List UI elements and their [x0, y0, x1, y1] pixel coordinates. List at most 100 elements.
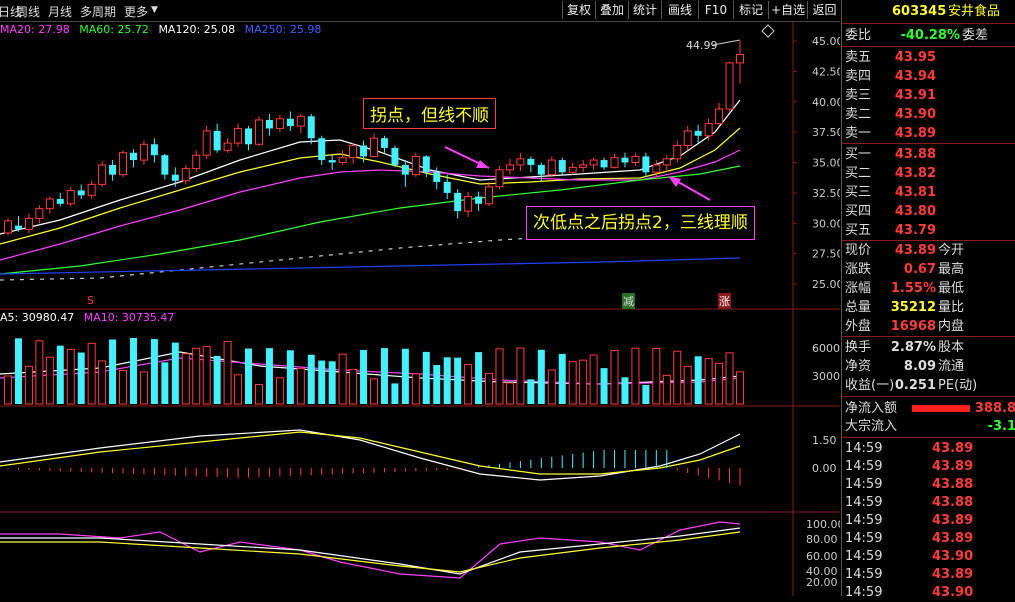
stat-label: 涨跌	[845, 262, 872, 277]
tick-time: 14:59	[845, 549, 883, 564]
stat-label: 涨幅	[845, 281, 872, 296]
candle-body	[202, 130, 211, 156]
price-axis-tick: 35.00	[812, 157, 840, 170]
bigflow-row: 大宗流入 -3.1	[842, 418, 1015, 436]
stat2-label: 收益(一)	[845, 378, 895, 393]
bid-label: 买四	[845, 204, 872, 219]
macd-dif-line	[0, 429, 741, 481]
stat2-label: 净资	[845, 359, 872, 374]
volume-bar	[223, 340, 232, 405]
overlay-button[interactable]: 叠加	[595, 1, 628, 19]
candle-body	[24, 217, 33, 230]
mark-button[interactable]: 标记	[733, 1, 768, 19]
macd-axis-tick: 0.00	[812, 462, 837, 475]
tick-price: 43.90	[932, 585, 974, 600]
volume-bar	[422, 351, 430, 404]
add-watchlist-button[interactable]: +自选	[768, 1, 807, 19]
volume-bar	[547, 369, 556, 405]
kline-chart-area[interactable]: 45.00 42.50 40.00 37.50 35.00 32.50 30.00 27.50…	[0, 22, 840, 596]
fuquan-button[interactable]: 复权	[562, 1, 595, 19]
period-multi[interactable]: 多周期	[80, 3, 116, 20]
volume-bar	[213, 355, 221, 404]
tick-price: 43.89	[932, 441, 974, 456]
back-button[interactable]: 返回	[807, 1, 841, 19]
candle-body	[547, 159, 556, 176]
candle-body	[223, 142, 232, 151]
tick-price: 43.89	[932, 567, 974, 582]
candle-body	[171, 174, 179, 181]
volume-bar	[349, 369, 358, 405]
price-axis-tick: 25.00	[812, 278, 840, 291]
candle-body	[411, 155, 420, 176]
volume-axis-tick: 60000	[812, 342, 840, 355]
stat-value: 43.89	[894, 243, 936, 258]
candle-body	[683, 130, 692, 146]
stat-label2: 最低	[938, 281, 965, 296]
period-monthly[interactable]: 月线	[48, 3, 72, 20]
netflow-label: 净流入额	[845, 401, 898, 416]
candle-body	[296, 115, 305, 127]
volume-bar	[14, 338, 22, 404]
tick-row: 14:59 43.89	[842, 566, 1015, 584]
chevron-down-icon[interactable]: ▼	[151, 5, 158, 15]
stat2-label2: PE(动)	[938, 378, 978, 393]
stat-label: 外盘	[845, 319, 872, 334]
kdj-axis-tick: 60.00	[806, 550, 838, 563]
legend-ma20: MA20: 27.98	[0, 23, 70, 36]
bid-price: 43.88	[894, 147, 936, 162]
ask-row: 卖一 43.89	[842, 125, 1015, 143]
volume-bar	[579, 359, 588, 405]
high-price-label: 44.99	[686, 39, 718, 52]
legend-vol-ma5: A5: 30980.47	[0, 311, 75, 324]
volume-axis-tick: 30000	[812, 370, 840, 383]
ask-row: 卖三 43.91	[842, 87, 1015, 105]
volume-bar	[296, 368, 305, 405]
stat-label2: 今开	[938, 243, 965, 258]
candle-body	[87, 183, 96, 196]
tick-time: 14:59	[845, 513, 883, 528]
volume-bar	[202, 346, 211, 405]
candle-body	[349, 144, 358, 159]
f10-button[interactable]: F10	[698, 1, 733, 19]
candle-body	[234, 127, 243, 144]
volume-bar	[98, 360, 107, 405]
candle-body	[338, 157, 347, 163]
candle-body	[98, 164, 107, 185]
stat-row: 现价 43.89 今开	[842, 242, 1015, 260]
volume-bar	[265, 348, 273, 404]
volume-bar	[662, 374, 671, 405]
macd-dea-line	[0, 431, 741, 475]
stat2-row: 收益(一) 0.251 PE(动)	[842, 377, 1015, 395]
volume-bar	[254, 383, 263, 405]
stat2-label: 换手	[845, 340, 872, 355]
candle-body	[443, 181, 451, 193]
candle-body	[129, 152, 137, 161]
candle-body	[662, 158, 671, 166]
volume-bar	[652, 347, 661, 405]
ask-price: 43.90	[894, 107, 936, 122]
tick-time: 14:59	[845, 495, 883, 510]
candle-body	[537, 164, 545, 175]
candle-body	[139, 143, 148, 161]
volume-bar	[171, 342, 179, 404]
weibi-row: 委比 -40.28% 委差	[842, 27, 1015, 45]
statistics-button[interactable]: 统计	[628, 1, 661, 19]
kdj-axis-tick: 80.00	[806, 533, 838, 546]
period-more[interactable]: 更多	[124, 3, 148, 20]
price-axis-tick: 27.50	[812, 248, 840, 261]
period-weekly[interactable]: 周线	[16, 3, 40, 20]
volume-bar	[621, 377, 629, 404]
diamond-icon[interactable]	[761, 24, 775, 38]
volume-bar	[673, 350, 682, 405]
candle-body	[35, 208, 44, 219]
candle-body	[527, 158, 535, 165]
candle-body	[715, 108, 724, 125]
legend-ma250: MA250: 25.98	[244, 23, 322, 36]
stat2-value: 8.09	[903, 359, 936, 374]
stat-label2: 内盘	[938, 319, 965, 334]
volume-bar	[87, 342, 96, 405]
candle-body	[161, 155, 169, 175]
draw-line-button[interactable]: 画线	[661, 1, 698, 19]
candle-body	[736, 53, 744, 64]
ma250-line	[0, 257, 741, 275]
